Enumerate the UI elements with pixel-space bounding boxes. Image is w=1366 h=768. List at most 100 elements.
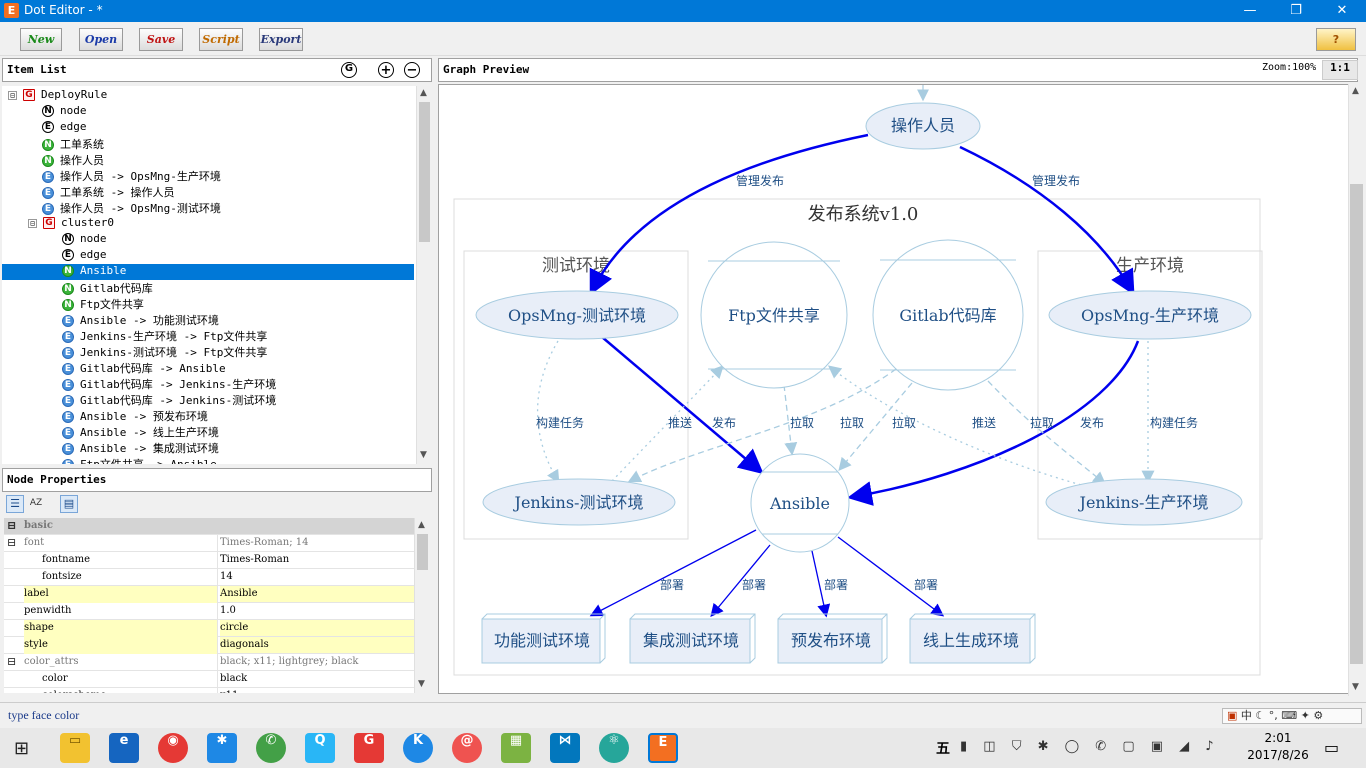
collapse-icon[interactable]: ⊟ xyxy=(8,90,17,100)
scroll-up-icon[interactable]: ▲ xyxy=(420,88,427,98)
tree-item[interactable]: E Gitlab代码库 -> Jenkins-生产环境 xyxy=(62,376,414,392)
tree-item[interactable]: ⊟ G DeployRule xyxy=(8,88,414,104)
scroll-down-icon[interactable]: ▼ xyxy=(1352,682,1359,692)
collapse-icon[interactable]: ⊟ xyxy=(28,218,37,228)
property-row[interactable]: ⊟ color_attrs black; x11; lightgrey; black xyxy=(4,654,414,671)
property-value[interactable]: Times-Roman xyxy=(220,552,289,568)
chrome-icon[interactable]: ◉ xyxy=(158,733,188,763)
open-button[interactable]: Open xyxy=(79,28,123,51)
app-star-icon[interactable]: ✱ xyxy=(207,733,237,763)
property-value[interactable]: 14 xyxy=(220,569,233,585)
shell-app-icon[interactable]: @ xyxy=(452,733,482,763)
property-row[interactable]: label Ansible xyxy=(4,586,414,603)
add-item-button[interactable]: + xyxy=(378,62,394,78)
property-row[interactable]: fontname Times-Roman xyxy=(4,552,414,569)
g-button[interactable]: G xyxy=(341,62,357,78)
scrollbar-thumb[interactable] xyxy=(1350,184,1363,664)
edge-browser-icon[interactable]: e xyxy=(109,733,139,763)
clock-time[interactable]: 2:01 xyxy=(1248,731,1308,745)
windows-start-icon[interactable]: ⊞ xyxy=(14,738,29,759)
property-row[interactable]: ⊟ font Times-Roman; 14 xyxy=(4,535,414,552)
property-row[interactable]: ⊟ basic xyxy=(4,518,414,535)
remove-item-button[interactable]: − xyxy=(404,62,420,78)
tree-item[interactable]: E Ansible -> 功能测试环境 xyxy=(62,312,414,328)
collapse-icon[interactable]: ⊟ xyxy=(7,654,16,670)
k-app-icon[interactable]: K xyxy=(403,733,433,763)
property-value[interactable]: black; x11; lightgrey; black xyxy=(220,654,358,670)
property-row[interactable]: shape circle xyxy=(4,620,414,637)
graph-scrollbar[interactable]: ▲ ▼ xyxy=(1348,84,1364,696)
tree-item[interactable]: E Gitlab代码库 -> Jenkins-测试环境 xyxy=(62,392,414,408)
property-value[interactable]: circle xyxy=(220,620,414,636)
tree-item[interactable]: E 操作人员 -> OpsMng-生产环境 xyxy=(42,168,414,184)
script-button[interactable]: Script xyxy=(199,28,243,51)
actual-size-button[interactable]: 1:1 xyxy=(1322,60,1358,80)
clock-date[interactable]: 2017/8/26 xyxy=(1242,748,1314,762)
tree-item[interactable]: E Jenkins-测试环境 -> Ftp文件共享 xyxy=(62,344,414,360)
scrollbar-thumb[interactable] xyxy=(419,102,430,242)
tree-item[interactable]: E 操作人员 -> OpsMng-测试环境 xyxy=(42,200,414,216)
help-button[interactable]: ? xyxy=(1316,28,1356,51)
chart-app-icon[interactable]: ▦ xyxy=(501,733,531,763)
maximize-button[interactable]: ❐ xyxy=(1273,0,1319,22)
tree-item[interactable]: E Ansible -> 集成测试环境 xyxy=(62,440,414,456)
scrollbar-thumb[interactable] xyxy=(417,534,428,570)
tree-item[interactable]: E Ftp文件共享 -> Ansible xyxy=(62,456,414,464)
ime-moon-icon[interactable]: ☾ °, ⌨ ✦ ⚙ xyxy=(1255,709,1323,722)
property-row[interactable]: style diagonals xyxy=(4,637,414,654)
minimize-button[interactable]: — xyxy=(1227,0,1273,22)
tree-item[interactable]: E Gitlab代码库 -> Ansible xyxy=(62,360,414,376)
tree-item[interactable]: Nnode xyxy=(42,104,414,120)
alphabetical-view-icon[interactable]: AZ xyxy=(27,495,45,513)
categorized-view-icon[interactable]: ☰ xyxy=(6,495,24,513)
wechat-icon[interactable]: ✆ xyxy=(256,733,286,763)
ime-mode[interactable]: 中 xyxy=(1241,709,1252,722)
tree-item[interactable]: E Ansible -> 线上生产环境 xyxy=(62,424,414,440)
collapse-icon[interactable]: ⊟ xyxy=(7,518,16,534)
atom-icon[interactable]: ⚛ xyxy=(599,733,629,763)
tree-item[interactable]: ⊟ Gcluster0 xyxy=(28,216,414,232)
tree-item[interactable]: N Ftp文件共享 xyxy=(62,296,414,312)
scroll-down-icon[interactable]: ▼ xyxy=(420,450,427,460)
tree-item[interactable]: N Ansible xyxy=(2,264,414,280)
save-button[interactable]: Save xyxy=(139,28,183,51)
tree-item[interactable]: Nnode xyxy=(62,232,414,248)
node-integ-test[interactable]: 集成测试环境 xyxy=(629,613,756,664)
dot-editor-taskbar-icon[interactable]: E xyxy=(648,733,678,763)
node-pre-release[interactable]: 预发布环境 xyxy=(777,613,888,664)
ime-indicator[interactable]: 五 xyxy=(936,738,950,758)
tree-item[interactable]: Eedge xyxy=(42,120,414,136)
tree-item[interactable]: N 操作人员 xyxy=(42,152,414,168)
node-online[interactable]: 线上生成环境 xyxy=(909,613,1036,664)
tray-icons[interactable]: ▮ ◫ ⛉ ✱ ◯ ✆ ▢ ▣ ◢ ♪ xyxy=(960,739,1220,754)
tree-item[interactable]: Eedge xyxy=(62,248,414,264)
vscode-icon[interactable]: ⋈ xyxy=(550,733,580,763)
new-button[interactable]: New xyxy=(20,28,62,51)
property-row[interactable]: fontsize 14 xyxy=(4,569,414,586)
scroll-down-icon[interactable]: ▼ xyxy=(418,679,425,689)
properties-scrollbar[interactable]: ▲ ▼ xyxy=(414,518,430,693)
scroll-up-icon[interactable]: ▲ xyxy=(418,520,425,530)
scroll-up-icon[interactable]: ▲ xyxy=(1352,86,1359,96)
property-value[interactable]: diagonals xyxy=(220,637,414,653)
search-app-icon[interactable]: Q xyxy=(305,733,335,763)
property-value[interactable]: Times-Roman; 14 xyxy=(220,535,309,551)
property-value[interactable]: Ansible xyxy=(220,586,414,602)
tree-item[interactable]: N 工单系统 xyxy=(42,136,414,152)
tree-item[interactable]: N Gitlab代码库 xyxy=(62,280,414,296)
node-func-test[interactable]: 功能测试环境 xyxy=(481,613,606,664)
property-row[interactable]: penwidth 1.0 xyxy=(4,603,414,620)
export-button[interactable]: Export xyxy=(259,28,303,51)
item-list-scrollbar[interactable]: ▲ ▼ xyxy=(416,86,432,464)
tree-item[interactable]: E Ansible -> 预发布环境 xyxy=(62,408,414,424)
property-row[interactable]: color black xyxy=(4,671,414,688)
file-explorer-icon[interactable]: ▭ xyxy=(60,733,90,763)
tree-item[interactable]: E 工单系统 -> 操作人员 xyxy=(42,184,414,200)
property-value[interactable]: x11 xyxy=(220,688,238,693)
collapse-icon[interactable]: ⊟ xyxy=(7,535,16,551)
notification-icon[interactable]: ▭ xyxy=(1324,738,1339,757)
git-app-icon[interactable]: G xyxy=(354,733,384,763)
tree-item[interactable]: E Jenkins-生产环境 -> Ftp文件共享 xyxy=(62,328,414,344)
close-button[interactable]: ✕ xyxy=(1319,0,1365,22)
property-value[interactable]: 1.0 xyxy=(220,603,236,619)
